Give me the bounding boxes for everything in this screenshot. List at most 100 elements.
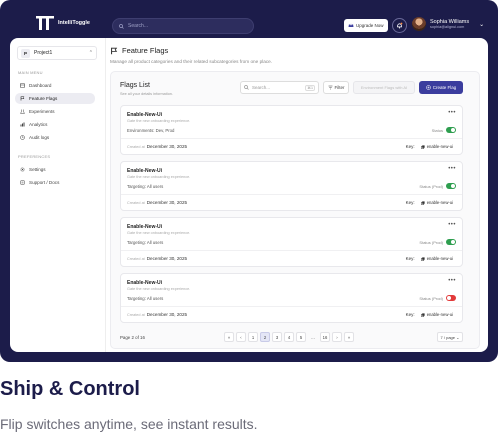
more-icon[interactable]: ••• <box>448 222 456 228</box>
key-label: Key: <box>405 144 415 149</box>
flag-key: Key: enable-new-ui <box>406 199 456 206</box>
app-frame: IntelliToggle Search... Upgrade Now Soph… <box>0 0 498 362</box>
create-flag-button[interactable]: Create Flag <box>419 81 463 94</box>
flag-environments: Environments: Dev, Prod <box>127 128 175 133</box>
page-button-1[interactable]: 1 <box>248 332 258 342</box>
analytics-icon <box>20 122 25 127</box>
copy-icon <box>420 256 425 261</box>
prev-page-button[interactable]: ‹ <box>236 332 246 342</box>
divider <box>121 138 462 139</box>
flags-search-placeholder: Search... <box>252 85 271 90</box>
logo-icon <box>36 16 54 30</box>
flag-toggle[interactable] <box>446 295 456 301</box>
page-button-16[interactable]: 16 <box>320 332 330 342</box>
more-icon[interactable]: ••• <box>448 166 456 172</box>
sidebar-item-label: Dashboard <box>29 83 52 88</box>
bell-icon <box>397 22 403 29</box>
experiment-icon <box>20 109 25 114</box>
sidebar-item-feature-flags[interactable]: Feature Flags <box>15 93 95 104</box>
flag-icon <box>111 47 118 54</box>
key-value: enable-new-ui <box>426 144 453 149</box>
sidebar-item-label: Experiments <box>29 109 55 114</box>
search-icon <box>244 85 249 90</box>
divider <box>121 306 462 307</box>
audit-icon <box>20 135 25 140</box>
environment-flags-ai-button[interactable]: Environment Flags with AI <box>353 81 415 94</box>
key-chip[interactable]: enable-new-ui <box>418 255 456 262</box>
sidebar-item-label: Settings <box>29 167 46 172</box>
sidebar-item-audit-logs[interactable]: Audit logs <box>15 132 95 143</box>
last-page-button[interactable]: » <box>344 332 354 342</box>
search-icon <box>119 23 124 29</box>
key-value: enable-new-ui <box>426 256 453 261</box>
project-selector[interactable]: P Project1 ⌃ <box>17 46 97 60</box>
flags-panel: Flags List See all your details informat… <box>110 71 480 349</box>
avatar <box>412 17 426 31</box>
key-chip[interactable]: enable-new-ui <box>418 311 456 318</box>
flag-description: Gate the new onboarding experience. <box>127 287 191 291</box>
key-chip[interactable]: enable-new-ui <box>418 143 456 150</box>
flag-created: Created at December 30, 2025 <box>127 256 187 261</box>
sidebar-item-label: Audit logs <box>29 135 50 140</box>
flag-card: Enable-New-Ui Gate the new onboarding ex… <box>120 273 463 323</box>
more-icon[interactable]: ••• <box>448 110 456 116</box>
flag-toggle[interactable] <box>446 183 456 189</box>
flag-toggle[interactable] <box>446 239 456 245</box>
sidebar-item-support-docs[interactable]: Support / Docs <box>15 177 95 188</box>
page-subtitle: Manage all product categories and their … <box>110 59 273 64</box>
flag-toggle[interactable] <box>446 127 456 133</box>
more-icon[interactable]: ••• <box>448 278 456 284</box>
pagination: Page 2 of 16 « ‹ 1 2 3 4 5 ... 16 › » 7 … <box>120 332 463 344</box>
created-prefix: Created at <box>127 257 145 261</box>
sidebar-item-dashboard[interactable]: Dashboard <box>15 80 95 91</box>
created-prefix: Created at <box>127 201 145 205</box>
key-value: enable-new-ui <box>426 200 453 205</box>
first-page-button[interactable]: « <box>224 332 234 342</box>
page-button-2[interactable]: 2 <box>260 332 270 342</box>
chevron-up-icon: ⌃ <box>88 50 93 56</box>
page-info: Page 2 of 16 <box>120 335 145 340</box>
brand-logo[interactable]: IntelliToggle <box>36 16 90 30</box>
flag-description: Gate the new onboarding experience. <box>127 119 191 123</box>
page-button-4[interactable]: 4 <box>284 332 294 342</box>
user-menu[interactable]: Sophia Williams sophia@alignui.com ⌄ <box>412 17 484 31</box>
filter-button[interactable]: Filter <box>323 81 349 94</box>
flag-icon <box>20 96 25 101</box>
page-button-5[interactable]: 5 <box>296 332 306 342</box>
per-page-select[interactable]: 7 / page ⌄ <box>437 332 463 342</box>
created-date: December 30, 2025 <box>146 144 188 149</box>
sidebar-item-settings[interactable]: Settings <box>15 164 95 175</box>
marketing-headline: Ship & Control <box>0 378 140 400</box>
shortcut-hint: ⌘1 <box>305 84 315 91</box>
sidebar-item-label: Analytics <box>29 122 48 127</box>
global-search-input[interactable]: Search... <box>112 18 254 34</box>
page-button-3[interactable]: 3 <box>272 332 282 342</box>
user-email: sophia@alignui.com <box>430 24 465 29</box>
flag-created: Created at December 30, 2025 <box>127 200 187 205</box>
plus-circle-icon <box>425 85 431 90</box>
upgrade-button[interactable]: Upgrade Now <box>344 19 388 32</box>
chevron-down-icon: ⌄ <box>479 21 485 28</box>
notification-button[interactable] <box>392 18 407 33</box>
flags-search-input[interactable]: Search... ⌘1 <box>240 81 319 94</box>
flag-key: Key: enable-new-ui <box>406 255 456 262</box>
preferences-heading: PREFERENCES <box>18 154 51 159</box>
key-value: enable-new-ui <box>426 312 453 317</box>
topbar: IntelliToggle Search... Upgrade Now Soph… <box>0 0 498 38</box>
app-panel: P Project1 ⌃ MAIN MENU Dashboard Feature… <box>10 38 488 352</box>
project-name: Project1 <box>34 50 53 56</box>
flag-created: Created at December 30, 2025 <box>127 312 187 317</box>
page-ellipsis: ... <box>311 334 315 340</box>
project-badge: P <box>21 48 30 58</box>
gear-icon <box>20 167 25 172</box>
flag-card: Enable-New-Ui Gate the new onboarding ex… <box>120 217 463 267</box>
sidebar-item-analytics[interactable]: Analytics <box>15 119 95 130</box>
sidebar-item-experiments[interactable]: Experiments <box>15 106 95 117</box>
next-page-button[interactable]: › <box>332 332 342 342</box>
key-chip[interactable]: enable-new-ui <box>418 199 456 206</box>
flag-card: Enable-New-Ui Gate the new onboarding ex… <box>120 161 463 211</box>
created-prefix: Created at <box>127 313 145 317</box>
sidebar-item-label: Support / Docs <box>29 180 60 185</box>
created-date: December 30, 2025 <box>146 256 188 261</box>
flags-list-subtitle: See all your details information. <box>120 92 173 96</box>
